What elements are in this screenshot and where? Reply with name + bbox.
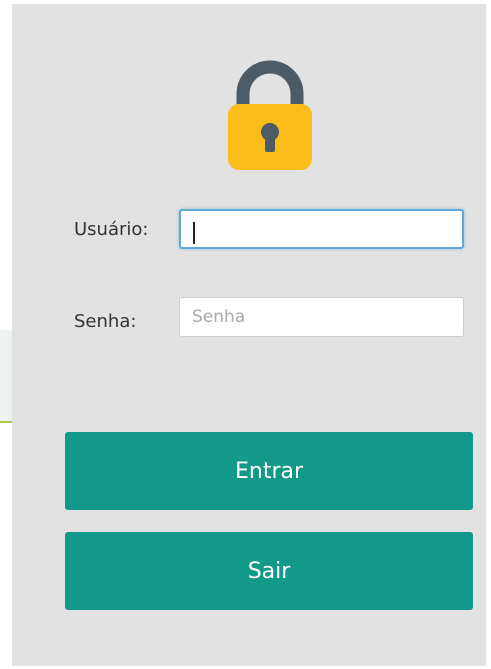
background-window-edge <box>0 330 12 422</box>
exit-button[interactable]: Sair <box>65 532 473 610</box>
password-input[interactable] <box>179 297 464 337</box>
login-button[interactable]: Entrar <box>65 432 473 510</box>
password-label: Senha: <box>74 311 137 332</box>
username-label: Usuário: <box>74 219 149 240</box>
lock-icon <box>228 60 312 170</box>
text-cursor <box>193 222 195 244</box>
lock-keyhole-slot <box>265 134 275 152</box>
username-input[interactable] <box>179 209 464 249</box>
login-dialog: Usuário: Senha: Entrar Sair <box>12 4 486 666</box>
